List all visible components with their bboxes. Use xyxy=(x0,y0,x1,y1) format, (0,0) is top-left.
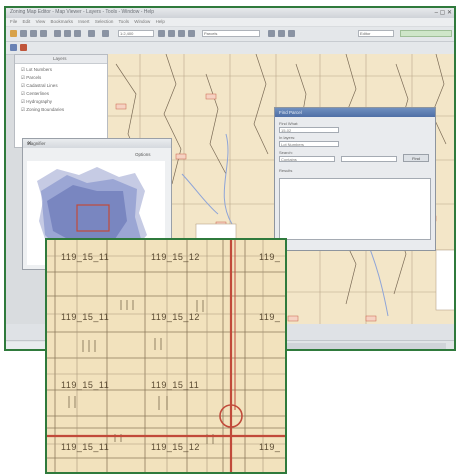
menu-edit[interactable]: Edit xyxy=(23,19,31,24)
new-icon[interactable] xyxy=(10,30,17,37)
magnifier-options[interactable]: Options xyxy=(135,152,151,157)
editor-dropdown[interactable]: Editor xyxy=(358,30,394,37)
title-bar: Zoning Map Editor - Map Viewer - Layers … xyxy=(6,8,454,18)
copy-icon[interactable] xyxy=(64,30,71,37)
lot-label: 119_ xyxy=(259,442,281,452)
sketch-tool-icon[interactable] xyxy=(20,44,27,51)
menu-selection[interactable]: Selection xyxy=(95,19,114,24)
full-extent-icon[interactable] xyxy=(188,30,195,37)
lot-label: 119_15_11 xyxy=(151,380,200,390)
lot-label: 119_15_12 xyxy=(151,442,200,452)
lot-label: 119_ xyxy=(259,312,281,322)
taskbar-items xyxy=(266,343,446,349)
menu-view[interactable]: View xyxy=(36,19,46,24)
search-label: Search: xyxy=(279,150,293,155)
main-toolbar: 1:2,400 Parcels Editor xyxy=(6,27,454,42)
toc-item[interactable]: ☑ Zoning Boundaries xyxy=(21,107,64,113)
zoom-in-icon[interactable] xyxy=(158,30,165,37)
open-icon[interactable] xyxy=(20,30,27,37)
lot-label: 119_ xyxy=(259,252,281,262)
scale-dropdown[interactable]: 1:2,400 xyxy=(118,30,154,37)
menu-bar: File Edit View Bookmarks Insert Selectio… xyxy=(6,18,454,26)
pan-icon[interactable] xyxy=(178,30,185,37)
find-label: Find What: xyxy=(279,121,299,126)
undo-icon[interactable] xyxy=(102,30,109,37)
find-input[interactable]: 15-02 xyxy=(279,127,339,133)
print-icon[interactable] xyxy=(40,30,47,37)
find-button[interactable]: Find xyxy=(403,154,429,162)
toc-item[interactable]: ☑ Cadastral Lines xyxy=(21,83,58,89)
menu-window[interactable]: Window xyxy=(134,19,150,24)
window-title: Zoning Map Editor - Map Viewer - Layers … xyxy=(10,9,155,15)
search-select[interactable]: Contains xyxy=(279,156,335,162)
menu-file[interactable]: File xyxy=(10,19,17,24)
menu-bookmarks[interactable]: Bookmarks xyxy=(51,19,74,24)
layer-dropdown[interactable]: Parcels xyxy=(202,30,260,37)
layer-select[interactable]: Lot Numbers xyxy=(279,141,339,147)
magnifier-titlebar[interactable]: Magnifier ✕ xyxy=(23,139,171,148)
search-option[interactable] xyxy=(341,156,397,162)
menu-tools[interactable]: Tools xyxy=(119,19,130,24)
measure-icon[interactable] xyxy=(288,30,295,37)
results-list[interactable] xyxy=(279,178,431,240)
lot-label: 119_15_11 xyxy=(61,252,110,262)
window-controls[interactable]: – ▢ ✕ xyxy=(435,9,452,16)
paste-icon[interactable] xyxy=(74,30,81,37)
table-of-contents: Layers ☑ Lot Numbers ☑ Parcels ☑ Cadastr… xyxy=(14,54,108,148)
zoom-inset: 119_15_11 119_15_12 119_ 119_15_11 119_1… xyxy=(45,238,287,474)
toc-header: Layers xyxy=(15,55,107,64)
lot-label: 119_15_12 xyxy=(151,252,200,262)
find-icon[interactable] xyxy=(278,30,285,37)
lot-label: 119_15_11 xyxy=(61,442,110,452)
menu-help[interactable]: Help xyxy=(156,19,165,24)
lot-label: 119_15_12 xyxy=(151,312,200,322)
lot-label: 119_15_11 xyxy=(61,380,110,390)
dialog-title: Find Parcel xyxy=(279,110,302,115)
menu-insert[interactable]: Insert xyxy=(78,19,89,24)
cut-icon[interactable] xyxy=(54,30,61,37)
dialog-titlebar[interactable]: Find Parcel xyxy=(275,108,435,117)
toc-item[interactable]: ☑ Centerlines xyxy=(21,91,49,97)
toc-item[interactable]: ☑ Hydrography xyxy=(21,99,52,105)
delete-icon[interactable] xyxy=(88,30,95,37)
toc-title: Layers xyxy=(53,56,67,61)
status-indicator xyxy=(400,30,452,37)
toc-item[interactable]: ☑ Lot Numbers xyxy=(21,67,52,73)
save-icon[interactable] xyxy=(30,30,37,37)
identify-icon[interactable] xyxy=(268,30,275,37)
find-dialog: Find Parcel Find What: 15-02 In layers: … xyxy=(274,107,436,251)
toc-item[interactable]: ☑ Parcels xyxy=(21,75,41,81)
zoom-out-icon[interactable] xyxy=(168,30,175,37)
lot-label: 119_15_11 xyxy=(61,312,110,322)
zoom-map xyxy=(47,240,285,472)
results-label: Results xyxy=(279,168,293,173)
close-icon[interactable]: ✕ xyxy=(27,140,167,147)
edit-tool-icon[interactable] xyxy=(10,44,17,51)
in-layers-label: In layers: xyxy=(279,135,296,140)
